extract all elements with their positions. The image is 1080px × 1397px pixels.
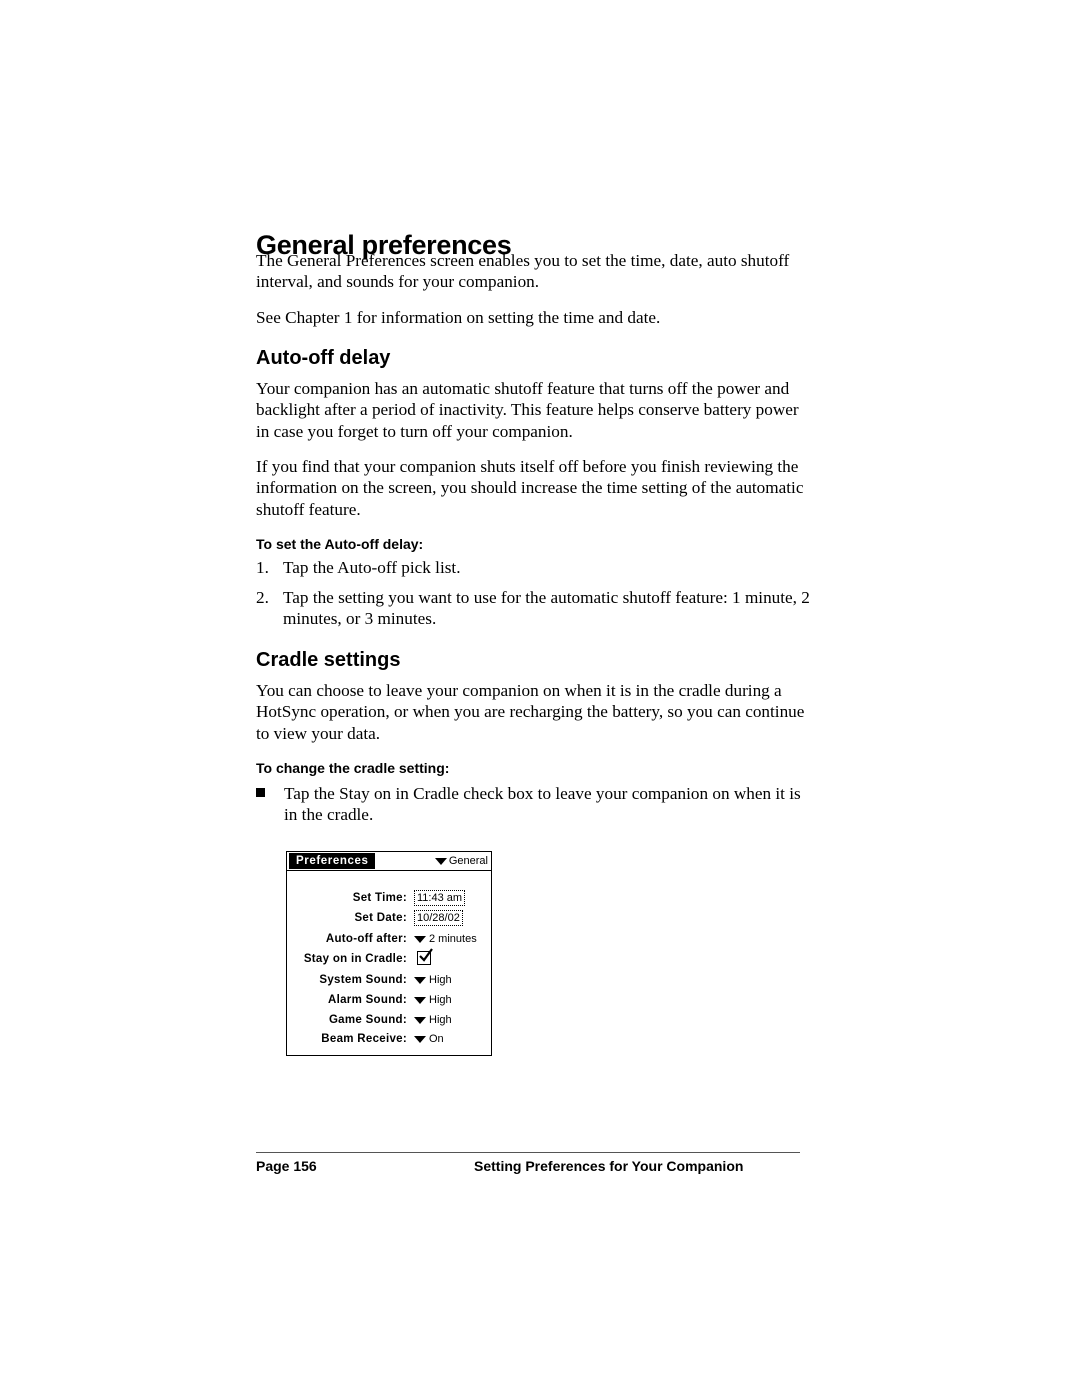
dropdown-triangle-icon — [414, 935, 426, 943]
dropdown-triangle-icon — [414, 996, 426, 1004]
palm-title-bar: Preferences General — [287, 852, 491, 871]
dropdown-triangle-icon — [434, 857, 447, 865]
row-game-sound: Game Sound: High — [287, 1011, 491, 1029]
step-number: 1. — [256, 558, 269, 577]
system-sound-value: High — [429, 974, 452, 986]
beam-receive-value: On — [429, 1033, 444, 1045]
game-sound-picklist[interactable]: High — [414, 1011, 452, 1029]
step-text: Tap the Auto-off pick list. — [283, 558, 461, 577]
section-heading-cradle: Cradle settings — [256, 649, 401, 671]
checkmark-icon — [419, 948, 433, 962]
row-system-sound: System Sound: High — [287, 971, 491, 989]
auto-off-value: 2 minutes — [429, 933, 477, 945]
stay-on-cradle-value — [414, 948, 433, 965]
bullet-item: Tap the Stay on in Cradle check box to l… — [256, 783, 816, 827]
row-beam-receive: Beam Receive: On — [287, 1030, 491, 1048]
dropdown-triangle-icon — [414, 1016, 426, 1024]
category-picklist[interactable]: General — [434, 853, 488, 869]
set-date-value[interactable]: 10/28/02 — [414, 910, 463, 926]
alarm-sound-value: High — [429, 994, 452, 1006]
set-time-value[interactable]: 11:43 am — [414, 890, 466, 906]
page-number: Page 156 — [256, 1158, 317, 1174]
beam-receive-picklist[interactable]: On — [414, 1030, 444, 1048]
auto-off-picklist[interactable]: 2 minutes — [414, 930, 477, 948]
procedure-title-cradle: To change the cradle setting: — [256, 760, 450, 776]
intro-paragraph: The General Preferences screen enables y… — [256, 251, 790, 292]
intro-chapter-reference: See Chapter 1 for information on setting… — [256, 308, 661, 327]
stay-on-cradle-checkbox[interactable] — [417, 948, 433, 965]
row-auto-off: Auto-off after: 2 minutes — [287, 930, 491, 948]
stay-on-cradle-label: Stay on in Cradle: — [303, 953, 407, 965]
palm-preferences-screen: Preferences General Set Time: 11:43 am S… — [286, 851, 492, 1056]
row-set-date: Set Date: 10/28/02 — [287, 909, 491, 927]
row-alarm-sound: Alarm Sound: High — [287, 991, 491, 1009]
row-set-time: Set Time: 11:43 am — [287, 889, 491, 907]
auto-off-paragraph-1: Your companion has an automatic shutoff … — [256, 379, 799, 441]
step-text: Tap the setting you want to use for the … — [283, 588, 810, 629]
step-2: 2. Tap the setting you want to use for t… — [256, 587, 816, 631]
step-1: 1. Tap the Auto-off pick list. — [256, 557, 816, 579]
bullet-text: Tap the Stay on in Cradle check box to l… — [284, 784, 801, 825]
palm-form-title: Preferences — [289, 853, 376, 869]
section-heading-auto-off: Auto-off delay — [256, 347, 391, 369]
game-sound-label: Game Sound: — [328, 1014, 407, 1026]
chapter-title: Setting Preferences for Your Companion — [474, 1158, 744, 1174]
dropdown-triangle-icon — [414, 976, 426, 984]
step-number: 2. — [256, 588, 269, 607]
footer-divider — [256, 1152, 800, 1153]
alarm-sound-picklist[interactable]: High — [414, 991, 452, 1009]
procedure-title-auto-off: To set the Auto-off delay: — [256, 536, 424, 552]
system-sound-label: System Sound: — [319, 974, 407, 986]
set-time-field[interactable]: 11:43 am — [414, 889, 466, 906]
bullet-square-icon — [256, 788, 265, 797]
cradle-paragraph: You can choose to leave your companion o… — [256, 681, 805, 743]
set-time-label: Set Time: — [352, 892, 407, 904]
game-sound-value: High — [429, 1014, 452, 1026]
auto-off-paragraph-2: If you find that your companion shuts it… — [256, 457, 804, 519]
alarm-sound-label: Alarm Sound: — [328, 994, 407, 1006]
set-date-label: Set Date: — [354, 912, 407, 924]
row-stay-on-cradle: Stay on in Cradle: — [287, 948, 491, 968]
category-value: General — [448, 855, 488, 867]
dropdown-triangle-icon — [414, 1035, 426, 1043]
beam-receive-label: Beam Receive: — [321, 1033, 407, 1045]
set-date-field[interactable]: 10/28/02 — [414, 909, 463, 926]
system-sound-picklist[interactable]: High — [414, 971, 452, 989]
auto-off-label: Auto-off after: — [325, 933, 407, 945]
